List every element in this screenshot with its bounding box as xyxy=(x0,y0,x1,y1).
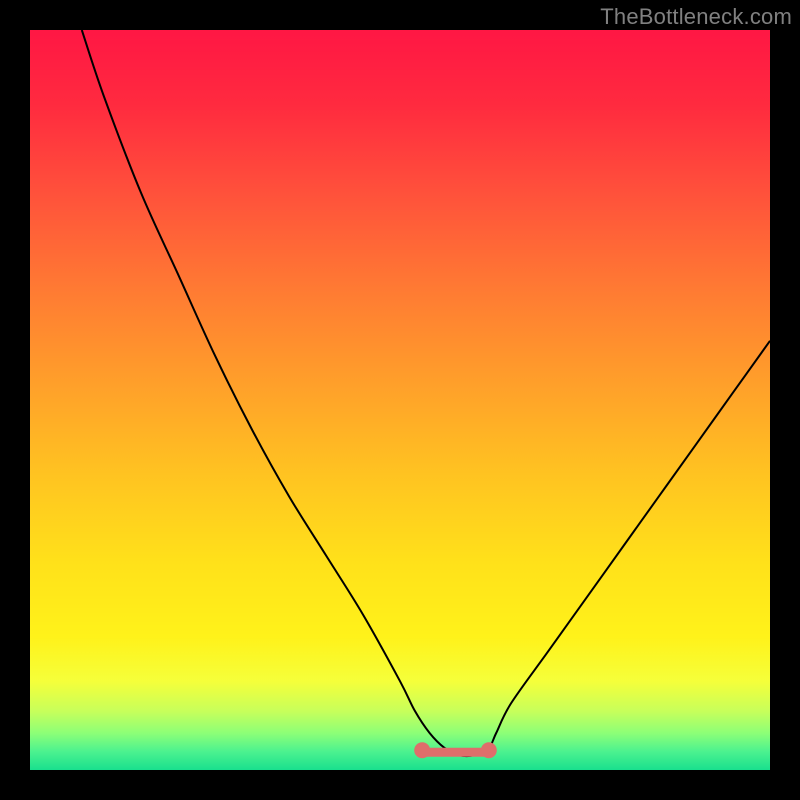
attribution-label: TheBottleneck.com xyxy=(600,4,792,30)
gradient-background xyxy=(30,30,770,770)
plot-area xyxy=(30,30,770,770)
chart-svg xyxy=(30,30,770,770)
chart-frame: TheBottleneck.com xyxy=(0,0,800,800)
